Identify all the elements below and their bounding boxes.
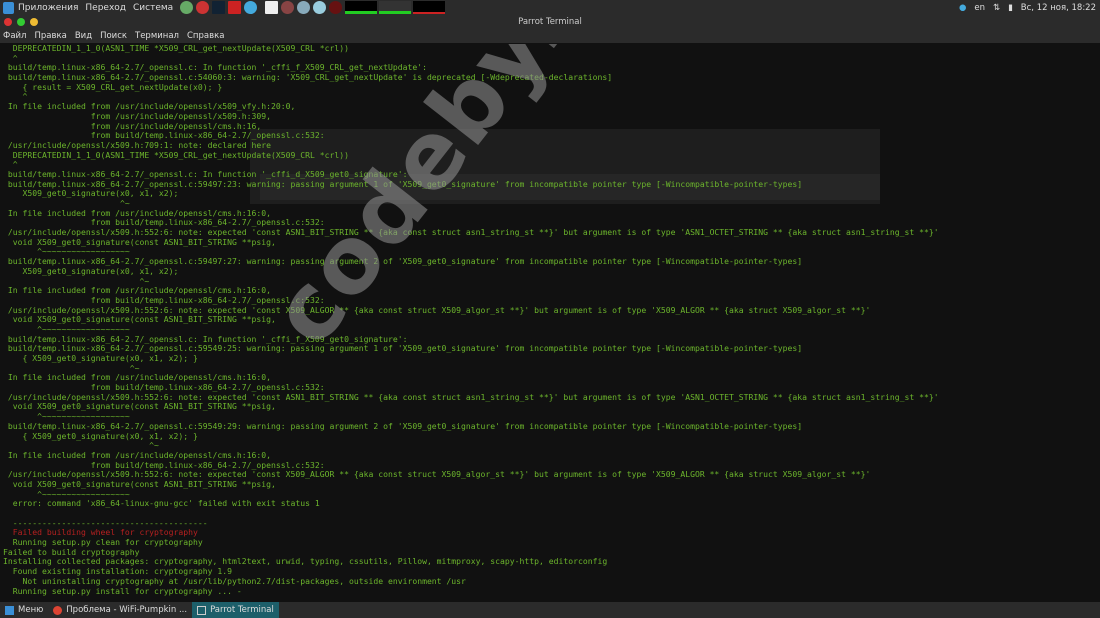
taskbar-task-terminal[interactable]: Parrot Terminal [192,602,279,618]
network-icon[interactable] [244,1,258,14]
armitage-icon[interactable] [329,1,343,14]
knife-icon[interactable] [297,1,311,14]
minimize-button[interactable] [30,18,38,26]
terminal-menubar: Файл Правка Вид Поиск Терминал Справка [0,29,1100,44]
network-arrows-icon[interactable]: ⇅ [993,3,1000,13]
terminal-line: { X509_get0_signature(x0, x1, x2); } [3,353,198,363]
menu-icon [5,605,14,615]
launcher-icon[interactable] [180,1,194,14]
clock[interactable]: Вс, 12 ноя, 18:22 [1021,3,1096,13]
menu-system[interactable]: Система [133,3,173,13]
window-title: Parrot Terminal [518,17,582,27]
menu-places[interactable]: Переход [85,3,126,13]
menu-search[interactable]: Поиск [100,31,127,41]
terminal-icon [197,605,207,615]
battery-icon[interactable]: ▮ [1008,3,1013,13]
cpu-monitor [345,1,378,14]
top-panel: Приложения Переход Система ● en ⇅ ▮ Вс, … [0,0,1100,15]
terminal-line: error: command 'x86_64-linux-gnu-gcc' fa… [3,498,320,509]
network-monitor [413,1,446,14]
menu-edit[interactable]: Правка [34,31,66,41]
maximize-button[interactable] [17,18,25,26]
bluetooth-icon[interactable]: ● [959,3,966,13]
document-icon[interactable] [265,1,279,14]
menu-help[interactable]: Справка [187,31,224,41]
terminal-line: Running setup.py install for cryptograph… [3,585,242,596]
memory-monitor [379,1,412,14]
taskbar-menu-label: Меню [18,605,44,615]
task-label: Parrot Terminal [210,605,274,615]
skull-icon[interactable] [313,1,327,14]
menu-terminal[interactable]: Терминал [135,31,179,41]
firefox-icon[interactable] [196,1,210,14]
terminal-line: Running setup.py clean for cryptography [3,537,203,548]
terminal-line: void X509_get0_signature(const ASN1_BIT_… [3,401,276,412]
terminal-icon[interactable] [212,1,226,14]
terminal-line: void X509_get0_signature(const ASN1_BIT_… [3,314,276,325]
menu-applications[interactable]: Приложения [18,3,78,13]
menu-file[interactable]: Файл [3,31,26,41]
firefox-icon [53,605,63,615]
taskbar: Меню Проблема - WiFi-Pumpkin ... Parrot … [0,602,1100,618]
close-button[interactable] [4,18,12,26]
window-titlebar: Parrot Terminal [0,15,1100,29]
taskbar-task-firefox[interactable]: Проблема - WiFi-Pumpkin ... [48,602,192,618]
terminal-line: void X509_get0_signature(const ASN1_BIT_… [3,478,276,489]
terminal-output[interactable]: DEPRECATEDIN_1_1_0(ASN1_TIME *X509_CRL_g… [0,44,1100,602]
tool-icon[interactable] [281,1,295,14]
taskbar-menu-button[interactable]: Меню [0,602,48,618]
terminal-line: void X509_get0_signature(const ASN1_BIT_… [3,236,276,247]
language-indicator[interactable]: en [974,3,985,13]
menu-view[interactable]: Вид [75,31,92,41]
parrot-logo-icon[interactable] [3,1,14,14]
app-icon[interactable] [228,1,242,14]
terminal-line: X509_get0_signature(x0, x1, x2); [3,188,179,199]
task-label: Проблема - WiFi-Pumpkin ... [66,605,188,615]
